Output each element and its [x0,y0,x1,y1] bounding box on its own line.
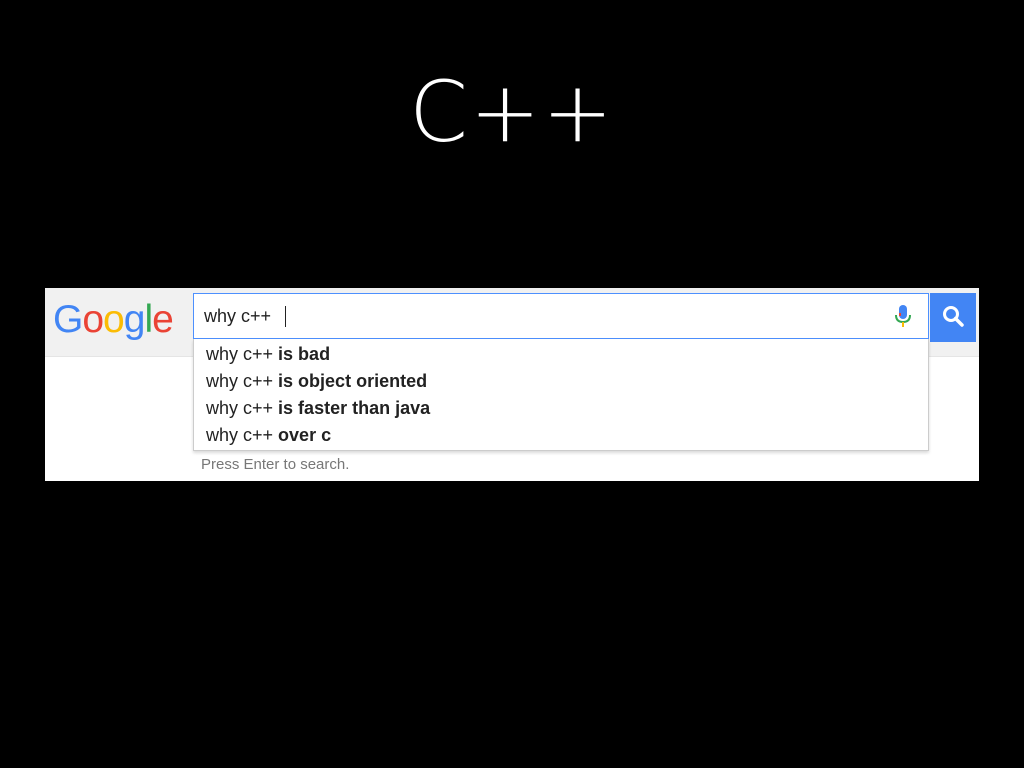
magnifier-icon [943,306,964,327]
suggestion-prefix: why c++ [206,371,279,391]
logo-letter: e [152,298,174,341]
suggestion-prefix: why c++ [206,425,279,445]
logo-letter: o [103,298,125,341]
search-input[interactable] [204,294,874,338]
text-caret [285,306,286,327]
press-enter-hint: Press Enter to search. [201,456,350,473]
logo-letter: g [123,298,146,341]
search-box[interactable] [193,293,929,339]
suggestion-prefix: why c++ [206,344,279,364]
autocomplete-list: why c++ is bad why c++ is object oriente… [193,339,929,451]
google-search-screenshot: Google why c++ is bad why c++ is object … [45,288,979,481]
logo-letter: o [82,298,104,341]
google-logo[interactable]: Google [53,296,174,344]
suggestion-completion: is faster than java [278,398,431,418]
logo-letter: l [144,298,153,341]
suggestion-item[interactable]: why c++ is faster than java [194,395,928,422]
logo-letter: G [53,298,83,341]
suggestion-completion: is bad [278,344,331,364]
suggestion-item[interactable]: why c++ is bad [194,341,928,368]
suggestion-item[interactable]: why c++ is object oriented [194,368,928,395]
microphone-icon[interactable] [891,304,915,330]
suggestion-item[interactable]: why c++ over c [194,422,928,449]
suggestion-completion: is object oriented [278,371,428,391]
suggestion-completion: over c [278,425,332,445]
suggestion-prefix: why c++ [206,398,279,418]
search-button[interactable] [930,293,976,342]
slide-title: C++ [409,63,615,161]
